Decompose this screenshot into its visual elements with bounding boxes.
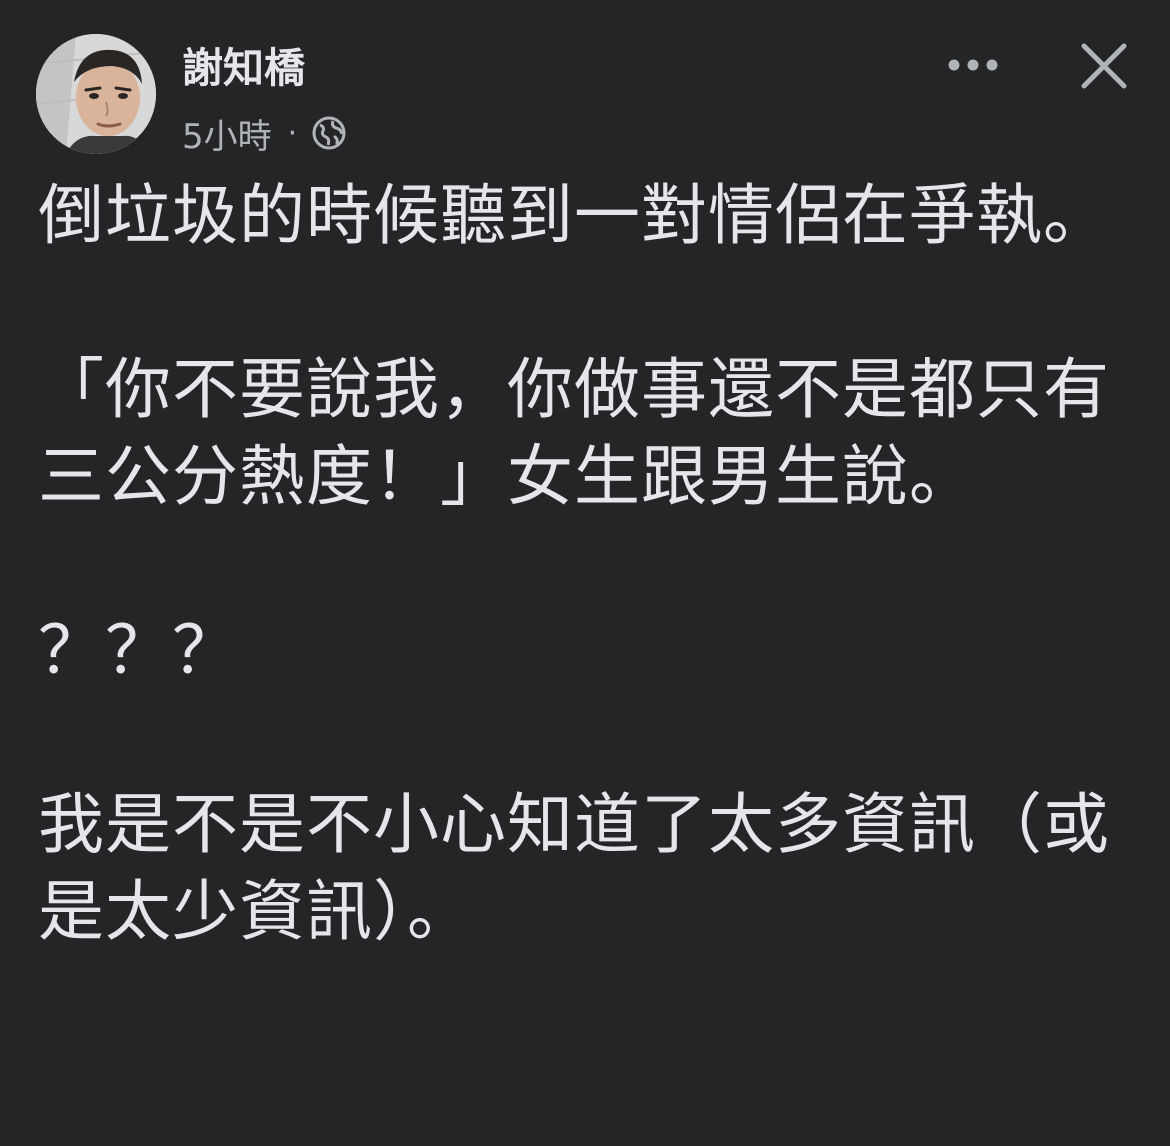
- post-paragraph: 倒垃圾的時候聽到一對情侶在爭執。: [38, 177, 1110, 254]
- close-icon: [1081, 43, 1127, 89]
- author-name[interactable]: 謝知橋: [182, 44, 305, 93]
- post-timestamp[interactable]: 5小時: [182, 109, 272, 158]
- close-button[interactable]: [1074, 36, 1134, 96]
- post-body: 倒垃圾的時候聽到一對情侶在爭執。 「你不要說我，你做事還不是都只有三公分熱度！」…: [38, 172, 1148, 955]
- more-options-button[interactable]: [940, 40, 1006, 90]
- post-paragraph: ？？？: [38, 612, 239, 689]
- author-avatar[interactable]: [36, 34, 156, 154]
- avatar-image: [36, 34, 156, 154]
- more-horizontal-icon: [948, 59, 998, 71]
- meta-separator: ·: [287, 115, 298, 151]
- globe-icon: [311, 115, 347, 151]
- post-viewer: 謝知橋 5小時 · 倒垃圾的時候聽到一對情侶在爭執。 「你不要說我，你做事還不是…: [0, 0, 1170, 1146]
- post-paragraph: 「你不要說我，你做事還不是都只有三公分熱度！」女生跟男生說。: [38, 351, 1110, 515]
- post-meta: 5小時 ·: [182, 109, 347, 158]
- post-paragraph: 我是不是不小心知道了太多資訊（或是太少資訊）。: [38, 786, 1110, 950]
